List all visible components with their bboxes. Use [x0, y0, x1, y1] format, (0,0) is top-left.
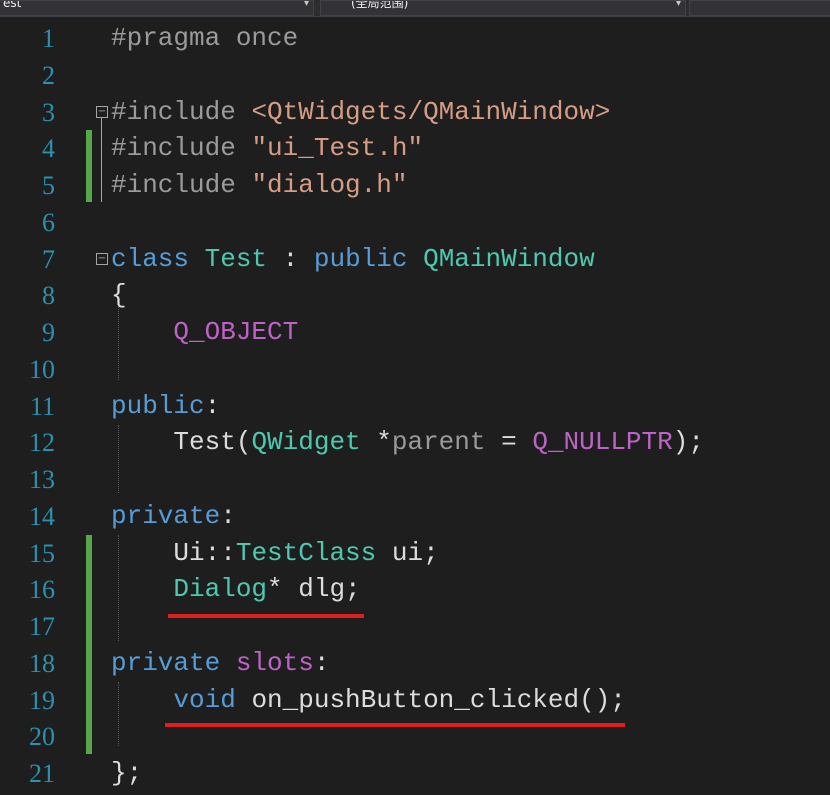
line-number: 19: [29, 686, 55, 715]
code-line: 4 #include "ui_Test.h": [0, 130, 830, 167]
code-text: class Test : public QMainWindow: [111, 244, 595, 274]
scope-dropdown-label: (全局范围): [351, 0, 409, 10]
line-number: 13: [29, 465, 55, 494]
navigation-bar: est ▾ (全局范围) ▾: [0, 0, 830, 17]
line-number: 12: [29, 428, 55, 457]
member-dropdown[interactable]: [689, 0, 830, 16]
line-number: 15: [29, 539, 55, 568]
code-text: private slots:: [111, 648, 330, 678]
line-number: 14: [29, 502, 55, 531]
code-line: 1 #pragma once: [0, 20, 830, 57]
code-line: 19 void on_pushButton_clicked();: [0, 682, 830, 719]
line-number: 21: [29, 759, 55, 788]
code-text: public:: [111, 391, 221, 421]
code-text: {: [111, 280, 127, 310]
code-text: Q_OBJECT: [173, 317, 299, 347]
code-text: Ui::TestClass ui;: [173, 538, 439, 568]
chevron-down-icon: ▾: [675, 0, 681, 9]
code-text: Test(QWidget *parent = Q_NULLPTR);: [173, 427, 704, 457]
line-number: 18: [29, 649, 55, 678]
line-number: 11: [29, 392, 55, 421]
code-line: 14 private:: [0, 498, 830, 535]
code-line: 6: [0, 204, 830, 241]
code-line: 5 #include "dialog.h": [0, 167, 830, 204]
code-line: 17: [0, 608, 830, 645]
code-line: 11 public:: [0, 388, 830, 425]
line-number: 3: [42, 98, 55, 127]
code-text: };: [111, 758, 143, 788]
code-line: 18 private slots:: [0, 645, 830, 682]
code-line: 2: [0, 57, 830, 94]
code-line: 7 class Test : public QMainWindow: [0, 241, 830, 278]
line-number: 20: [29, 722, 55, 751]
code-line: 10: [0, 351, 830, 388]
code-line: 9 Q_OBJECT: [0, 314, 830, 351]
code-line: 15 Ui::TestClass ui;: [0, 535, 830, 572]
code-text: #include "ui_Test.h": [111, 133, 424, 163]
line-number: 8: [42, 281, 55, 310]
line-number: 17: [29, 612, 55, 641]
scope-dropdown[interactable]: (全局范围) ▾: [320, 0, 686, 16]
line-number: 9: [42, 318, 55, 347]
red-underline-annotation: [165, 723, 625, 727]
code-line: 13: [0, 461, 830, 498]
line-number: 4: [42, 134, 55, 163]
code-line: 21 };: [0, 755, 830, 792]
line-number: 2: [42, 61, 55, 90]
code-line: 16 Dialog* dlg;: [0, 571, 830, 608]
line-number: 16: [29, 575, 55, 604]
line-number: 7: [42, 245, 55, 274]
code-text: void on_pushButton_clicked();: [173, 685, 626, 715]
line-number: 6: [42, 208, 55, 237]
code-line: 3 #include <QtWidgets/QMainWindow>: [0, 94, 830, 131]
code-line: 8 {: [0, 277, 830, 314]
code-text: private:: [111, 501, 236, 531]
code-text: Dialog* dlg;: [173, 574, 361, 604]
project-dropdown[interactable]: est ▾: [0, 0, 314, 16]
line-number: 5: [42, 171, 55, 200]
red-underline-annotation: [168, 614, 364, 618]
chevron-down-icon: ▾: [303, 0, 309, 9]
code-text: #include <QtWidgets/QMainWindow>: [111, 97, 611, 127]
project-dropdown-label: est: [3, 0, 22, 10]
code-text: #include "dialog.h": [111, 170, 408, 200]
line-number: 10: [29, 355, 55, 384]
line-number: 1: [42, 24, 55, 53]
code-text: #pragma once: [111, 23, 299, 53]
code-line: 12 Test(QWidget *parent = Q_NULLPTR);: [0, 424, 830, 461]
